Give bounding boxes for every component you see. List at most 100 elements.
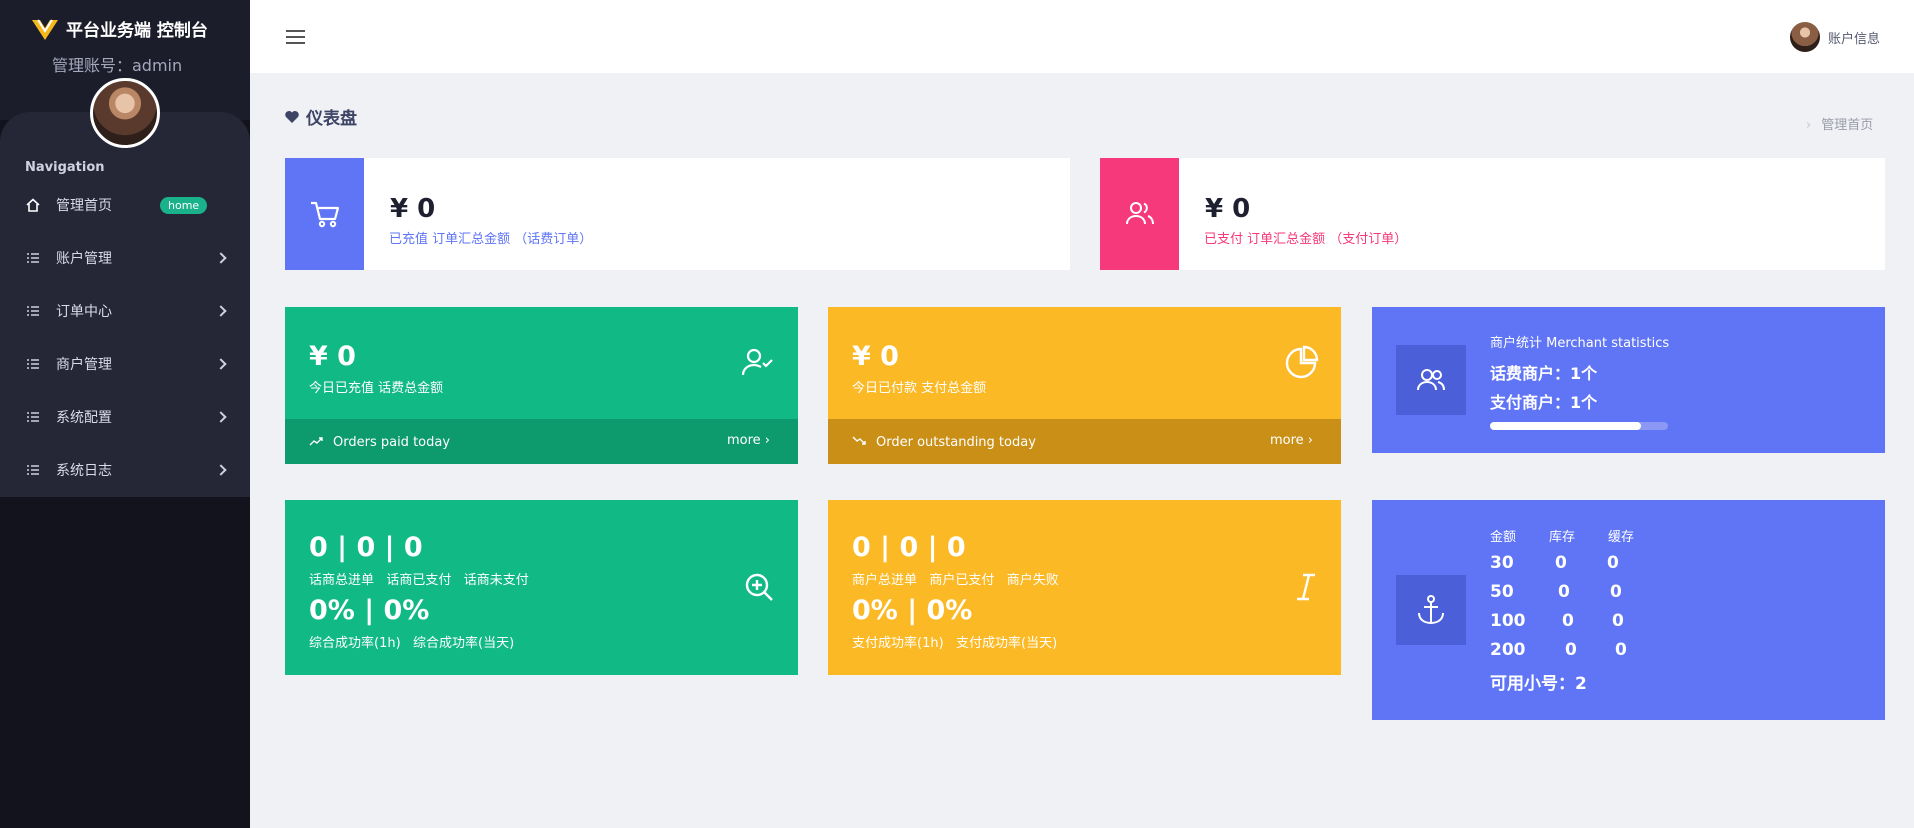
- sidebar-item-label: 账户管理: [56, 251, 112, 267]
- sidebar-item-merchants[interactable]: 商户管理: [0, 344, 250, 384]
- cart-icon: [310, 201, 339, 228]
- list-icon: [27, 359, 39, 369]
- phone-order-counts-label: 话商总进单 话商已支付 话商未支付: [309, 573, 529, 588]
- stock-cell: 0: [1607, 553, 1619, 573]
- stock-cell: 0: [1615, 640, 1627, 660]
- stock-cell: 100: [1490, 611, 1526, 631]
- home-icon: [26, 198, 40, 212]
- today-paid-footer-text: Order outstanding today: [876, 435, 1036, 450]
- brand[interactable]: 平台业务端 控制台: [30, 14, 208, 42]
- sidebar-item-home[interactable]: 管理首页 home: [0, 185, 250, 225]
- users-icon: [1417, 369, 1445, 391]
- merchant-order-counts: 0 | 0 | 0: [852, 532, 966, 563]
- chevron-right-icon: [215, 358, 227, 370]
- trending-down-icon: [852, 436, 866, 445]
- heart-icon: [285, 110, 299, 123]
- today-paid-value: ¥ 0: [852, 341, 899, 372]
- chevron-right-icon: [215, 252, 227, 264]
- list-icon: [27, 412, 39, 422]
- chevron-right-icon: [215, 464, 227, 476]
- stock-cell: 0: [1562, 611, 1574, 631]
- paid-total-label: 已支付 订单汇总金额 （支付订单）: [1204, 232, 1408, 247]
- sidebar-item-config[interactable]: 系统配置: [0, 397, 250, 437]
- admin-account-label: 管理账号：admin: [52, 56, 183, 75]
- phone-success-rates-label: 综合成功率(1h) 综合成功率(当天): [309, 636, 515, 651]
- nav-title: Navigation: [25, 160, 105, 175]
- merchant-progress-bar: [1490, 422, 1668, 430]
- stock-header-cache: 缓存: [1608, 530, 1635, 545]
- pay-success-rates-label: 支付成功率(1h) 支付成功率(当天): [852, 636, 1058, 651]
- stock-header-amount: 金额: [1490, 530, 1517, 545]
- recharge-total-label: 已充值 订单汇总金额 （话费订单）: [389, 232, 593, 247]
- breadcrumb-item: 管理首页: [1821, 118, 1874, 133]
- recharge-icon-box: [285, 158, 364, 270]
- users-icon: [1125, 202, 1154, 225]
- phone-merchant-count: 话费商户：1个: [1490, 364, 1598, 383]
- sidebar-item-label: 系统配置: [56, 410, 112, 426]
- user-menu[interactable]: 账户信息: [1790, 22, 1880, 52]
- list-icon: [27, 253, 39, 263]
- sidebar-item-logs[interactable]: 系统日志: [0, 450, 250, 490]
- today-recharge-footer: Orders paid today more ›: [285, 419, 798, 464]
- merchant-progress-fill: [1490, 422, 1642, 430]
- sidebar-item-account[interactable]: 账户管理: [0, 238, 250, 278]
- merchant-order-counts-label: 商户总进单 商户已支付 商户失败: [852, 573, 1059, 588]
- avatar: [1790, 22, 1820, 52]
- stock-cell: 0: [1610, 582, 1622, 602]
- brand-title: 平台业务端 控制台: [66, 20, 208, 41]
- today-paid-footer: Order outstanding today more ›: [828, 419, 1341, 464]
- stock-header-stock: 库存: [1549, 530, 1576, 545]
- merchant-order-stats-card: 0 | 0 | 0 商户总进单 商户已支付 商户失败 0% | 0% 支付成功率…: [828, 500, 1341, 675]
- phone-success-rates: 0% | 0%: [309, 595, 430, 626]
- today-paid-label: 今日已付款 支付总金额: [852, 381, 987, 396]
- chevron-right-icon: [215, 411, 227, 423]
- sidebar-item-orders[interactable]: 订单中心: [0, 291, 250, 331]
- breadcrumb[interactable]: › 管理首页: [1806, 114, 1873, 133]
- top-header: [250, 0, 1914, 73]
- stock-cell: 0: [1555, 553, 1567, 573]
- today-paid-card: ¥ 0 今日已付款 支付总金额 Order outstanding today …: [828, 307, 1341, 464]
- page-title: 仪表盘: [284, 104, 357, 129]
- stock-cell: 0: [1558, 582, 1570, 602]
- stock-cell: 30: [1490, 553, 1514, 573]
- recharge-summary-card: ¥ 0 已充值 订单汇总金额 （话费订单）: [285, 158, 1070, 270]
- sidebar-item-label: 管理首页: [56, 198, 112, 214]
- page-title-text: 仪表盘: [306, 109, 357, 129]
- today-recharge-card: ¥ 0 今日已充值 话费总金额 Orders paid today more ›: [285, 307, 798, 464]
- stock-card: 金额 库存 缓存 30 0 0 50 0 0 100 0 0 200 0 0 可…: [1372, 500, 1885, 720]
- pie-chart-icon: [1285, 345, 1319, 379]
- italic-icon: [1297, 573, 1315, 601]
- home-badge: home: [160, 196, 208, 214]
- today-recharge-value: ¥ 0: [309, 341, 356, 372]
- paid-summary-card: ¥ 0 已支付 订单汇总金额 （支付订单）: [1100, 158, 1885, 270]
- today-paid-more-link[interactable]: more ›: [1270, 433, 1313, 448]
- trending-up-icon: [309, 437, 323, 446]
- sidebar-item-label: 商户管理: [56, 357, 112, 373]
- today-recharge-label: 今日已充值 话费总金额: [309, 381, 444, 396]
- avatar[interactable]: [90, 78, 160, 148]
- paid-total-value: ¥ 0: [1205, 194, 1251, 224]
- logo-icon: [32, 19, 58, 40]
- pay-success-rates: 0% | 0%: [852, 595, 973, 626]
- sidebar-item-label: 系统日志: [56, 463, 112, 479]
- list-icon: [27, 306, 39, 316]
- today-recharge-more-link[interactable]: more ›: [727, 433, 770, 448]
- sidebar-item-label: 订单中心: [56, 304, 112, 320]
- user-menu-label: 账户信息: [1828, 31, 1881, 47]
- list-icon: [27, 465, 39, 475]
- stock-cell: 0: [1565, 640, 1577, 660]
- merchant-stats-title: 商户统计 Merchant statistics: [1490, 336, 1670, 351]
- more-label: more: [1269, 433, 1304, 448]
- phone-order-counts: 0 | 0 | 0: [309, 532, 423, 563]
- menu-toggle-icon[interactable]: [286, 30, 305, 44]
- chevron-right-icon: [215, 305, 227, 317]
- recharge-total-value: ¥ 0: [390, 194, 436, 224]
- user-check-icon: [741, 348, 773, 376]
- available-accounts: 可用小号：2: [1490, 674, 1587, 694]
- paid-icon-box: [1100, 158, 1179, 270]
- merchant-stats-card: 商户统计 Merchant statistics 话费商户：1个 支付商户：1个: [1372, 307, 1885, 453]
- today-recharge-footer-text: Orders paid today: [333, 435, 451, 450]
- stock-cell: 0: [1612, 611, 1624, 631]
- more-label: more: [726, 433, 761, 448]
- stock-cell: 50: [1490, 582, 1514, 602]
